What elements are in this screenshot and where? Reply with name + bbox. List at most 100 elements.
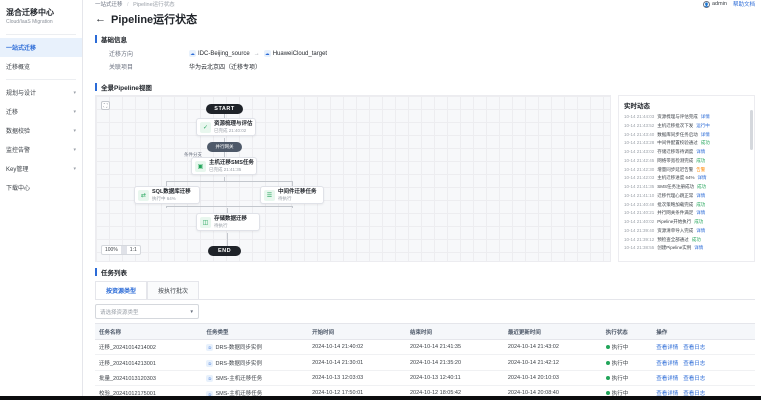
log-message: 主机迁移进度 64% [657, 174, 694, 183]
log-entry: 10-14 21:40:21并行网关条件满足详情 [624, 209, 752, 218]
user-icon: 👤 [703, 1, 710, 8]
log-status-link[interactable]: 成功 [694, 218, 703, 227]
log-entry: 10-14 21:39:40资源清单导入完成详情 [624, 227, 752, 236]
column-header: 结束时间 [406, 324, 504, 340]
chevron-down-icon: ▾ [73, 128, 76, 134]
log-status-link[interactable]: 详情 [696, 227, 705, 236]
task-tabs: 按资源类型按执行批次 [95, 281, 755, 300]
log-status-link[interactable]: 成功 [696, 157, 705, 166]
task-type-text: DRS-数据同步实例 [215, 345, 261, 351]
pipeline-wrap: ⛶ START并行网关END条件分支✓资源梳理与评估已完成 21:40:02▣主… [95, 95, 755, 262]
table-row: 批量_20241013120303DSMS-主机迁移任务2024-10-13 1… [95, 370, 755, 385]
log-status-link[interactable]: 详情 [694, 244, 703, 253]
flow-node-4[interactable]: ☰中间件迁移任务待执行 [260, 186, 324, 204]
page-header: ← Pipeline运行状态 [95, 8, 755, 31]
log-time: 10-14 21:38:55 [624, 244, 654, 253]
end-time-cell: 2024-10-13 12:40:11 [406, 370, 504, 385]
flow-node-5[interactable]: ◫存储数据迁移待执行 [196, 213, 260, 231]
log-status-link[interactable]: 运行中 [696, 122, 710, 131]
view-detail-link[interactable]: 查看详情 [656, 376, 678, 382]
update-time-cell: 2024-10-14 20:10:03 [504, 370, 602, 385]
status-text: 执行中 [612, 376, 629, 382]
log-message: 资源梳理与评估完成 [657, 113, 698, 122]
log-entry: 10-14 21:41:35SMS任务注册成功成功 [624, 183, 752, 192]
tab-1[interactable]: 按资源类型 [95, 281, 147, 299]
end-pill: END [208, 246, 241, 256]
log-status-link[interactable]: 详情 [698, 174, 707, 183]
sidebar-item-5[interactable]: 数据校验 ▾ [0, 121, 82, 140]
sidebar-item-label: 监控告警 [6, 145, 30, 154]
flow-node-icon: ☰ [264, 190, 275, 201]
info-row-project: 关联项目 华为云北京四（迁移专项） [109, 62, 755, 71]
status-dot-icon [606, 391, 610, 395]
log-status-link[interactable]: 详情 [696, 192, 705, 201]
log-message: 中间件配置校验通过 [657, 139, 698, 148]
sidebar-item-label: 下载中心 [6, 183, 30, 192]
view-detail-link[interactable]: 查看详情 [656, 361, 678, 367]
status-cell: 执行中 [602, 355, 653, 370]
task-type-cell: DSMS-主机迁移任务 [202, 370, 308, 385]
log-status-link[interactable]: 成功 [697, 183, 706, 192]
log-time: 10-14 21:39:40 [624, 227, 654, 236]
log-entry: 10-14 21:38:55创建Pipeline实例详情 [624, 244, 752, 253]
flow-node-2[interactable]: ▣主机迁移SMS任务已完成 21:41:35 [191, 157, 257, 175]
help-link[interactable]: 帮助文档 [733, 0, 755, 8]
log-status-link[interactable]: 成功 [701, 139, 710, 148]
sidebar-item-7[interactable]: Key管理▾ [0, 159, 82, 178]
live-log-title: 实时动态 [624, 100, 752, 110]
log-status-link[interactable]: 成功 [696, 201, 705, 210]
log-status-link[interactable]: 详情 [696, 148, 705, 157]
sidebar-item-2[interactable]: 迁移概览 [0, 57, 82, 76]
zoom-level: 100% [102, 246, 121, 254]
sidebar-item-6[interactable]: 监控告警▾ [0, 140, 82, 159]
log-time: 10-14 21:42:45 [624, 157, 654, 166]
log-entry: 10-14 21:42:45网络带宽检测完成成功 [624, 157, 752, 166]
tab-2[interactable]: 按执行批次 [147, 281, 199, 299]
task-type-text: SMS-主机迁移任务 [215, 376, 262, 382]
flow-node-3[interactable]: ⇄SQL数据库迁移执行中 64% [134, 186, 200, 204]
log-status-link[interactable]: 详情 [701, 131, 710, 140]
sidebar-item-label: 规划与设计 [6, 88, 36, 97]
flow-node-title: 中间件迁移任务 [278, 189, 317, 196]
connector-line [166, 206, 293, 207]
log-message: 资源清单导入完成 [657, 227, 693, 236]
log-message: 预检查全部通过 [657, 236, 689, 245]
sidebar-item-1[interactable]: 一站式迁移 [0, 38, 82, 57]
log-status-link[interactable]: 告警 [696, 166, 705, 175]
resource-type-select[interactable]: 请选择资源类型 ▼ [95, 304, 199, 319]
zoom-fit-button[interactable]: 1:1 [127, 246, 140, 254]
log-status-link[interactable]: 详情 [701, 113, 710, 122]
flow-node-text: 资源梳理与评估已完成 21:40:02 [214, 121, 253, 133]
flow-node-1[interactable]: ✓资源梳理与评估已完成 21:40:02 [196, 118, 256, 136]
sidebar-item-4[interactable]: 迁移▾ [0, 102, 82, 121]
view-log-link[interactable]: 查看日志 [683, 376, 705, 382]
expand-canvas-icon[interactable]: ⛶ [101, 101, 110, 110]
table-row: 迁移_20241014214002DDRS-数据同步实例2024-10-14 2… [95, 340, 755, 355]
sidebar-item-3[interactable]: 规划与设计▾ [0, 83, 82, 102]
gateway-pill: 并行网关 [207, 142, 242, 152]
log-status-link[interactable]: 详情 [696, 209, 705, 218]
user-menu[interactable]: 👤 admin [703, 1, 727, 8]
page-title: Pipeline运行状态 [111, 11, 197, 27]
direction-arrow-icon: → [254, 51, 260, 57]
view-log-link[interactable]: 查看日志 [683, 345, 705, 351]
sidebar-item-8[interactable]: 下载中心 [0, 178, 82, 197]
connector-line [166, 181, 293, 182]
source-name: IDC-Beijing_source [198, 51, 250, 57]
log-entry: 10-14 21:40:02Pipeline开始执行成功 [624, 218, 752, 227]
sidebar-item-label: 数据校验 [6, 126, 30, 135]
target-chip: ☁ HuaweiCloud_target [264, 50, 327, 57]
flow-node-text: 中间件迁移任务待执行 [278, 189, 317, 201]
pipeline-canvas[interactable]: ⛶ START并行网关END条件分支✓资源梳理与评估已完成 21:40:02▣主… [95, 95, 611, 262]
sidebar-menu: 一站式迁移迁移概览规划与设计▾迁移▾ 数据校验 ▾ 监控告警▾Key管理▾ 下载中心 [0, 38, 82, 197]
log-message: 创建Pipeline实例 [657, 244, 691, 253]
view-log-link[interactable]: 查看日志 [683, 361, 705, 367]
view-detail-link[interactable]: 查看详情 [656, 345, 678, 351]
zoom-control[interactable]: 100% 1:1 [101, 245, 141, 255]
log-scrollbar[interactable] [750, 110, 753, 150]
task-table-body: 迁移_20241014214002DDRS-数据同步实例2024-10-14 2… [95, 340, 755, 400]
start-time-cell: 2024-10-13 12:03:03 [308, 370, 406, 385]
log-time: 10-14 21:40:21 [624, 209, 654, 218]
log-status-link[interactable]: 成功 [692, 236, 701, 245]
back-button[interactable]: ← [95, 14, 106, 25]
